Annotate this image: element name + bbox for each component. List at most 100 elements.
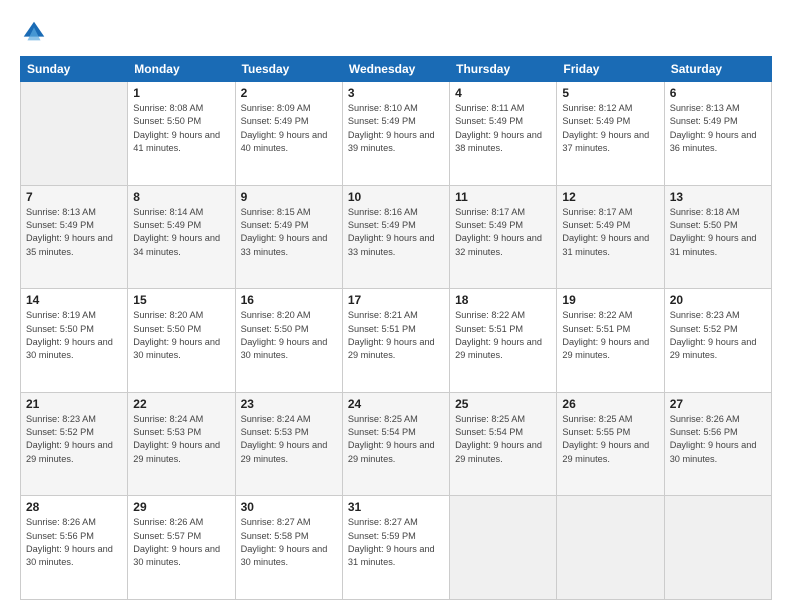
day-number: 26 [562,397,658,411]
day-number: 19 [562,293,658,307]
day-header-saturday: Saturday [664,57,771,82]
calendar-cell: 19 Sunrise: 8:22 AM Sunset: 5:51 PM Dayli… [557,289,664,393]
day-info: Sunrise: 8:11 AM Sunset: 5:49 PM Dayligh… [455,102,551,155]
day-info: Sunrise: 8:10 AM Sunset: 5:49 PM Dayligh… [348,102,444,155]
day-number: 6 [670,86,766,100]
day-number: 15 [133,293,229,307]
calendar-cell: 6 Sunrise: 8:13 AM Sunset: 5:49 PM Daylig… [664,82,771,186]
calendar-week-row: 14Sunrise: 8:19 AM Sunset: 5:50 PM Dayli… [21,289,772,393]
day-info: Sunrise: 8:24 AM Sunset: 5:53 PM Dayligh… [133,413,229,466]
calendar-cell: 13Sunrise: 8:18 AM Sunset: 5:50 PM Dayli… [664,185,771,289]
day-number: 13 [670,190,766,204]
calendar-cell: 18Sunrise: 8:22 AM Sunset: 5:51 PM Dayli… [450,289,557,393]
day-info: Sunrise: 8:17 AM Sunset: 5:49 PM Dayligh… [455,206,551,259]
day-info: Sunrise: 8:26 AM Sunset: 5:57 PM Dayligh… [133,516,229,569]
calendar-cell: 3 Sunrise: 8:10 AM Sunset: 5:49 PM Daylig… [342,82,449,186]
calendar-cell: 11 Sunrise: 8:17 AM Sunset: 5:49 PM Dayli… [450,185,557,289]
calendar-cell: 27 Sunrise: 8:26 AM Sunset: 5:56 PM Dayli… [664,392,771,496]
day-number: 4 [455,86,551,100]
calendar-cell [557,496,664,600]
day-number: 22 [133,397,229,411]
calendar-cell: 2Sunrise: 8:09 AM Sunset: 5:49 PM Daylig… [235,82,342,186]
calendar-cell: 20 Sunrise: 8:23 AM Sunset: 5:52 PM Dayli… [664,289,771,393]
day-number: 11 [455,190,551,204]
day-number: 9 [241,190,337,204]
calendar-cell: 5 Sunrise: 8:12 AM Sunset: 5:49 PM Daylig… [557,82,664,186]
day-number: 27 [670,397,766,411]
day-number: 5 [562,86,658,100]
day-info: Sunrise: 8:16 AM Sunset: 5:49 PM Dayligh… [348,206,444,259]
day-info: Sunrise: 8:09 AM Sunset: 5:49 PM Dayligh… [241,102,337,155]
day-info: Sunrise: 8:13 AM Sunset: 5:49 PM Dayligh… [26,206,122,259]
calendar-cell: 22 Sunrise: 8:24 AM Sunset: 5:53 PM Dayli… [128,392,235,496]
calendar-cell: 7Sunrise: 8:13 AM Sunset: 5:49 PM Daylig… [21,185,128,289]
day-header-sunday: Sunday [21,57,128,82]
calendar-cell: 26 Sunrise: 8:25 AM Sunset: 5:55 PM Dayli… [557,392,664,496]
day-info: Sunrise: 8:15 AM Sunset: 5:49 PM Dayligh… [241,206,337,259]
day-info: Sunrise: 8:25 AM Sunset: 5:54 PM Dayligh… [348,413,444,466]
calendar-cell: 24 Sunrise: 8:25 AM Sunset: 5:54 PM Dayli… [342,392,449,496]
day-info: Sunrise: 8:26 AM Sunset: 5:56 PM Dayligh… [670,413,766,466]
calendar-cell: 8 Sunrise: 8:14 AM Sunset: 5:49 PM Daylig… [128,185,235,289]
day-number: 28 [26,500,122,514]
day-info: Sunrise: 8:24 AM Sunset: 5:53 PM Dayligh… [241,413,337,466]
day-number: 17 [348,293,444,307]
day-info: Sunrise: 8:25 AM Sunset: 5:55 PM Dayligh… [562,413,658,466]
calendar-cell: 1 Sunrise: 8:08 AM Sunset: 5:50 PM Daylig… [128,82,235,186]
calendar-cell [664,496,771,600]
day-number: 1 [133,86,229,100]
day-number: 29 [133,500,229,514]
day-number: 10 [348,190,444,204]
day-info: Sunrise: 8:13 AM Sunset: 5:49 PM Dayligh… [670,102,766,155]
day-info: Sunrise: 8:23 AM Sunset: 5:52 PM Dayligh… [670,309,766,362]
day-number: 8 [133,190,229,204]
day-number: 3 [348,86,444,100]
calendar-cell: 21Sunrise: 8:23 AM Sunset: 5:52 PM Dayli… [21,392,128,496]
calendar-cell: 15Sunrise: 8:20 AM Sunset: 5:50 PM Dayli… [128,289,235,393]
calendar-cell [21,82,128,186]
day-header-friday: Friday [557,57,664,82]
calendar-cell: 10 Sunrise: 8:16 AM Sunset: 5:49 PM Dayli… [342,185,449,289]
calendar-cell: 9 Sunrise: 8:15 AM Sunset: 5:49 PM Daylig… [235,185,342,289]
day-number: 30 [241,500,337,514]
calendar-cell: 25 Sunrise: 8:25 AM Sunset: 5:54 PM Dayli… [450,392,557,496]
day-header-wednesday: Wednesday [342,57,449,82]
calendar-cell [450,496,557,600]
calendar-cell: 23 Sunrise: 8:24 AM Sunset: 5:53 PM Dayli… [235,392,342,496]
day-header-monday: Monday [128,57,235,82]
day-info: Sunrise: 8:12 AM Sunset: 5:49 PM Dayligh… [562,102,658,155]
calendar-week-row: 28 Sunrise: 8:26 AM Sunset: 5:56 PM Dayli… [21,496,772,600]
logo-icon [20,18,48,46]
calendar-cell: 16Sunrise: 8:20 AM Sunset: 5:50 PM Dayli… [235,289,342,393]
calendar-week-row: 1 Sunrise: 8:08 AM Sunset: 5:50 PM Daylig… [21,82,772,186]
calendar-cell: 31 Sunrise: 8:27 AM Sunset: 5:59 PM Dayli… [342,496,449,600]
day-info: Sunrise: 8:26 AM Sunset: 5:56 PM Dayligh… [26,516,122,569]
day-number: 20 [670,293,766,307]
day-info: Sunrise: 8:21 AM Sunset: 5:51 PM Dayligh… [348,309,444,362]
calendar-cell: 4 Sunrise: 8:11 AM Sunset: 5:49 PM Daylig… [450,82,557,186]
calendar-cell: 17 Sunrise: 8:21 AM Sunset: 5:51 PM Dayli… [342,289,449,393]
calendar-page: SundayMondayTuesdayWednesdayThursdayFrid… [0,0,792,612]
day-number: 24 [348,397,444,411]
header [20,18,772,46]
calendar-cell: 30 Sunrise: 8:27 AM Sunset: 5:58 PM Dayli… [235,496,342,600]
day-info: Sunrise: 8:14 AM Sunset: 5:49 PM Dayligh… [133,206,229,259]
day-number: 23 [241,397,337,411]
day-info: Sunrise: 8:08 AM Sunset: 5:50 PM Dayligh… [133,102,229,155]
day-number: 31 [348,500,444,514]
calendar-week-row: 21Sunrise: 8:23 AM Sunset: 5:52 PM Dayli… [21,392,772,496]
calendar-week-row: 7Sunrise: 8:13 AM Sunset: 5:49 PM Daylig… [21,185,772,289]
calendar-cell: 28 Sunrise: 8:26 AM Sunset: 5:56 PM Dayli… [21,496,128,600]
day-info: Sunrise: 8:27 AM Sunset: 5:59 PM Dayligh… [348,516,444,569]
day-number: 14 [26,293,122,307]
day-info: Sunrise: 8:27 AM Sunset: 5:58 PM Dayligh… [241,516,337,569]
day-info: Sunrise: 8:25 AM Sunset: 5:54 PM Dayligh… [455,413,551,466]
day-number: 25 [455,397,551,411]
day-info: Sunrise: 8:17 AM Sunset: 5:49 PM Dayligh… [562,206,658,259]
logo [20,18,52,46]
calendar-header-row: SundayMondayTuesdayWednesdayThursdayFrid… [21,57,772,82]
day-number: 16 [241,293,337,307]
calendar-cell: 29 Sunrise: 8:26 AM Sunset: 5:57 PM Dayli… [128,496,235,600]
day-info: Sunrise: 8:22 AM Sunset: 5:51 PM Dayligh… [562,309,658,362]
calendar-table: SundayMondayTuesdayWednesdayThursdayFrid… [20,56,772,600]
